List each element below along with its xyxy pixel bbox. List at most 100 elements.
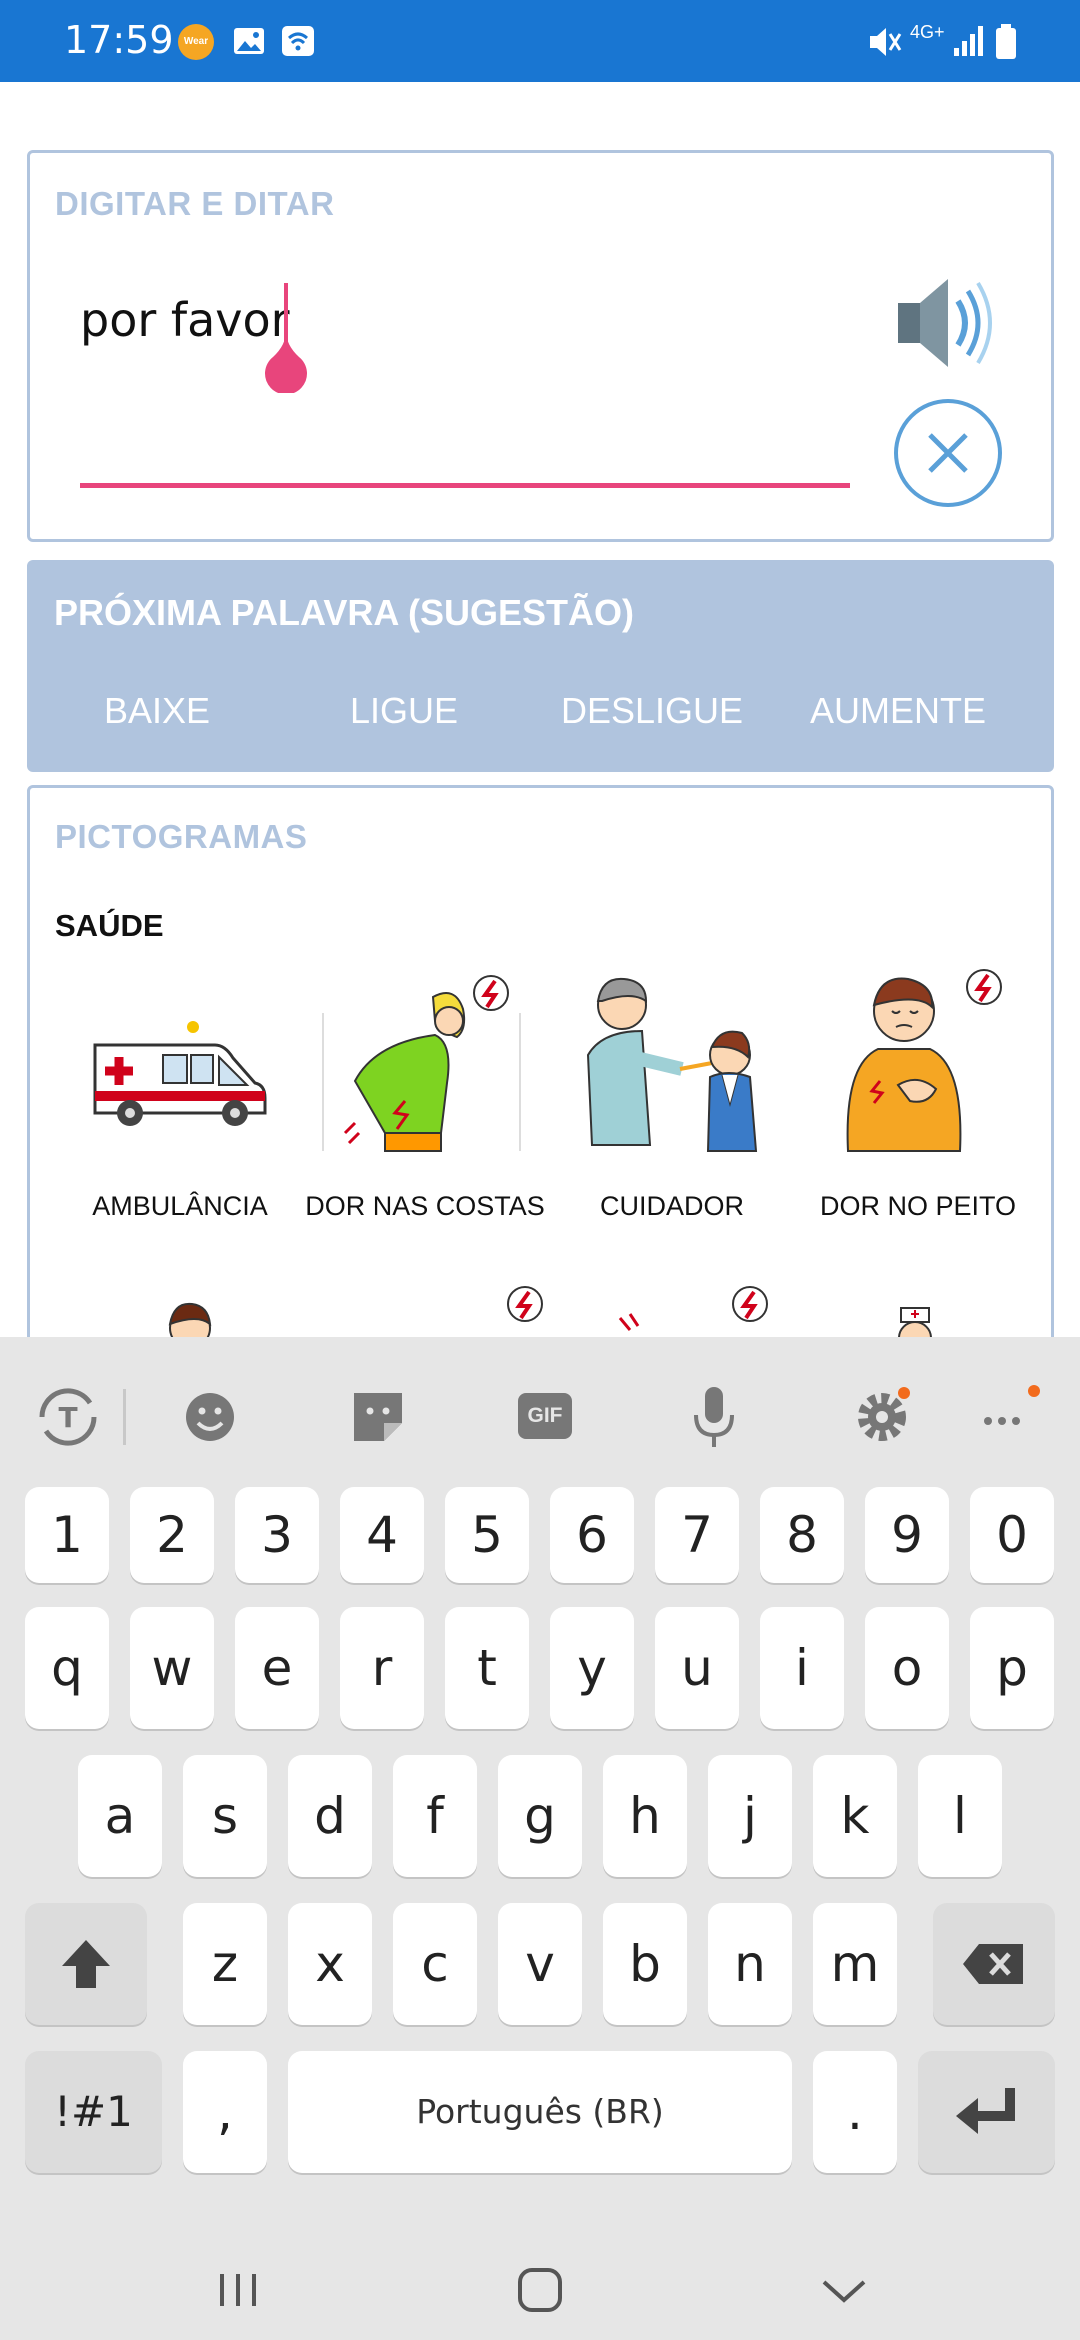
key-b[interactable]: b	[603, 1903, 687, 2025]
key-n[interactable]: n	[708, 1903, 792, 2025]
hide-keyboard-icon[interactable]	[814, 2260, 874, 2320]
input-underline	[80, 483, 850, 488]
battery-icon	[996, 24, 1016, 59]
mute-icon	[870, 28, 902, 56]
settings-icon[interactable]	[842, 1377, 922, 1457]
key-g[interactable]: g	[498, 1755, 582, 1877]
space-key[interactable]: Português (BR)	[288, 2051, 792, 2173]
shift-key[interactable]	[25, 1903, 147, 2025]
close-icon	[928, 433, 968, 473]
status-bar: 17:59 Wear 4G+	[0, 0, 1080, 82]
pictogram-label: CUIDADOR	[599, 1191, 744, 1221]
key-w[interactable]: w	[130, 1607, 214, 1729]
key-v[interactable]: v	[498, 1903, 582, 2025]
pictogram-chest-pain[interactable]: DOR NO PEITO	[793, 969, 1043, 1263]
sticker-icon[interactable]	[338, 1377, 418, 1457]
home-icon[interactable]	[510, 2260, 570, 2320]
category-label: SAÚDE	[55, 908, 164, 943]
pictogram-caregiver[interactable]: CUIDADOR	[547, 977, 797, 1263]
pictogram-ambulance[interactable]: AMBULÂNCIA	[55, 1013, 305, 1263]
more-icon[interactable]	[968, 1377, 1048, 1457]
comma-key[interactable]: ,	[183, 2051, 267, 2173]
key-e[interactable]: e	[235, 1607, 319, 1729]
clear-button[interactable]	[894, 399, 1002, 507]
svg-text:T: T	[58, 1401, 77, 1434]
backspace-icon	[963, 1944, 1023, 1984]
pictograms-card: PICTOGRAMAS SAÚDE AMBULÂNCIA DOR NAS COS…	[27, 785, 1054, 1337]
backspace-key[interactable]	[933, 1903, 1055, 2025]
key-z[interactable]: z	[183, 1903, 267, 2025]
key-y[interactable]: y	[550, 1607, 634, 1729]
signal-icon	[954, 26, 983, 56]
key-1[interactable]: 1	[25, 1487, 109, 1583]
back-pain-icon	[322, 975, 521, 1152]
keyboard: T GIF 1 2 3 4 5 6 7 8 9 0 q w e r t y u …	[0, 1337, 1080, 2340]
microphone-icon[interactable]	[674, 1377, 754, 1457]
symbols-key[interactable]: !#1	[25, 2051, 162, 2173]
key-2[interactable]: 2	[130, 1487, 214, 1583]
key-o[interactable]: o	[865, 1607, 949, 1729]
suggestion-word-2[interactable]: LIGUE	[279, 690, 529, 732]
chest-pain-icon	[846, 969, 1002, 1152]
app-content: DIGITAR E DITAR por favor PRÓXIMA PALAVR…	[0, 82, 1080, 1337]
key-f[interactable]: f	[393, 1755, 477, 1877]
pictogram-label: AMBULÂNCIA	[92, 1191, 268, 1221]
key-3[interactable]: 3	[235, 1487, 319, 1583]
doctor-icon	[168, 1302, 212, 1337]
toolbar-divider	[123, 1389, 126, 1445]
recent-apps-icon[interactable]	[208, 2260, 268, 2320]
dictation-card: DIGITAR E DITAR por favor	[27, 150, 1054, 542]
shift-icon	[62, 1940, 110, 1988]
key-u[interactable]: u	[655, 1607, 739, 1729]
key-k[interactable]: k	[813, 1755, 897, 1877]
key-j[interactable]: j	[708, 1755, 792, 1877]
nav-bar	[0, 2230, 1080, 2340]
gif-icon: GIF	[518, 1393, 572, 1439]
pictogram-back-pain[interactable]: DOR NAS COSTAS	[300, 975, 550, 1263]
key-5[interactable]: 5	[445, 1487, 529, 1583]
suggestion-word-3[interactable]: DESLIGUE	[527, 690, 777, 732]
key-i[interactable]: i	[760, 1607, 844, 1729]
key-6[interactable]: 6	[550, 1487, 634, 1583]
key-7[interactable]: 7	[655, 1487, 739, 1583]
key-a[interactable]: a	[78, 1755, 162, 1877]
period-key[interactable]: .	[813, 2051, 897, 2173]
wear-app-icon: Wear	[178, 24, 214, 60]
status-time: 17:59	[64, 18, 174, 62]
pictogram-label: DOR NAS COSTAS	[305, 1191, 545, 1221]
next-word-suggestions: PRÓXIMA PALAVRA (SUGESTÃO) BAIXE LIGUE D…	[27, 560, 1054, 772]
key-9[interactable]: 9	[865, 1487, 949, 1583]
suggestion-title: PRÓXIMA PALAVRA (SUGESTÃO)	[54, 592, 635, 633]
suggestion-word-4[interactable]: AUMENTE	[773, 690, 1023, 732]
key-t[interactable]: t	[445, 1607, 529, 1729]
nurse-icon	[898, 1307, 932, 1337]
key-c[interactable]: c	[393, 1903, 477, 2025]
gif-button[interactable]: GIF	[506, 1377, 586, 1457]
headache-icon	[507, 1286, 543, 1322]
key-q[interactable]: q	[25, 1607, 109, 1729]
key-r[interactable]: r	[340, 1607, 424, 1729]
suggestion-word-1[interactable]: BAIXE	[32, 690, 282, 732]
key-0[interactable]: 0	[970, 1487, 1054, 1583]
translate-icon[interactable]: T	[28, 1377, 108, 1457]
enter-key[interactable]	[918, 2051, 1055, 2173]
caret-handle[interactable]	[259, 331, 313, 393]
key-m[interactable]: m	[813, 1903, 897, 2025]
key-l[interactable]: l	[918, 1755, 1002, 1877]
ambulance-icon	[93, 1021, 267, 1126]
emoji-icon[interactable]	[170, 1377, 250, 1457]
enter-icon	[955, 2088, 1015, 2134]
caregiver-icon	[586, 977, 758, 1152]
key-h[interactable]: h	[603, 1755, 687, 1877]
pictograms-title: PICTOGRAMAS	[55, 818, 308, 855]
wifi-call-icon	[282, 26, 314, 56]
key-s[interactable]: s	[183, 1755, 267, 1877]
key-d[interactable]: d	[288, 1755, 372, 1877]
speaker-icon[interactable]	[890, 273, 1000, 373]
key-4[interactable]: 4	[340, 1487, 424, 1583]
key-x[interactable]: x	[288, 1903, 372, 2025]
dictation-title: DIGITAR E DITAR	[55, 185, 335, 222]
key-p[interactable]: p	[970, 1607, 1054, 1729]
pain-icon	[618, 1286, 768, 1331]
key-8[interactable]: 8	[760, 1487, 844, 1583]
